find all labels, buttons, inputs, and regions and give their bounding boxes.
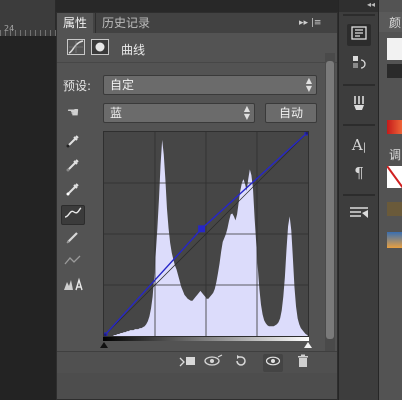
color-panel-title[interactable]: 颜	[389, 14, 401, 31]
visibility-eye-icon[interactable]	[263, 354, 283, 372]
adjustment-header: 曲线	[57, 33, 337, 63]
swatch-brown[interactable]	[387, 202, 402, 216]
auto-button[interactable]: 自动	[265, 103, 317, 123]
black-point-eyedropper-icon[interactable]	[61, 133, 85, 153]
clipping-warning-icon[interactable]	[61, 277, 85, 297]
delete-trash-icon[interactable]	[293, 354, 313, 372]
channel-select[interactable]: 蓝 ▲ ▼	[103, 103, 255, 123]
dock-separator	[343, 84, 375, 86]
curves-adjustment-icon[interactable]	[67, 39, 85, 55]
layer-mask-icon[interactable]	[91, 39, 109, 55]
curves-graph[interactable]	[103, 131, 309, 337]
right-panel: 颜 调	[378, 0, 402, 400]
output-gradient-bar	[103, 337, 309, 341]
curve-point[interactable]	[198, 225, 206, 233]
collapse-arrows-icon[interactable]: ◂◂	[367, 0, 375, 9]
reset-icon[interactable]	[231, 354, 251, 372]
on-image-adjust-hand-icon[interactable]: ☚	[61, 103, 85, 123]
dock-separator	[343, 124, 375, 126]
dock-separator	[343, 194, 375, 196]
channel-value: 蓝	[110, 106, 123, 120]
ruler: 24	[0, 0, 56, 36]
tool-presets-icon[interactable]	[347, 204, 371, 226]
foreground-color-swatch[interactable]	[387, 38, 402, 60]
paragraph-panel-icon[interactable]: ¶	[347, 162, 371, 184]
preset-value: 自定	[110, 78, 135, 92]
edit-points-curve-icon[interactable]	[61, 205, 85, 225]
dock-grip[interactable]: ◂◂	[339, 0, 379, 12]
pencil-draw-icon[interactable]	[61, 229, 85, 249]
updown-arrows-icon: ▲ ▼	[243, 104, 250, 121]
color-ramp[interactable]	[387, 120, 402, 134]
view-previous-state-icon[interactable]	[203, 354, 223, 372]
updown-arrows-icon: ▲ ▼	[305, 76, 312, 93]
panel-menu-button[interactable]: ▸▸ |≡	[293, 13, 337, 33]
curve-point[interactable]	[304, 131, 309, 136]
white-input-slider[interactable]	[304, 342, 312, 348]
white-point-eyedropper-icon[interactable]	[61, 181, 85, 201]
scrollbar-thumb[interactable]	[326, 61, 334, 339]
adjustment-title: 曲线	[121, 43, 146, 57]
properties-panel: 属性 历史记录 ▸▸ |≡ 曲线 预设: 自定 ▲ ▼ ☚ 蓝 ▲ ▼ 自动	[56, 12, 338, 400]
preset-select[interactable]: 自定 ▲ ▼	[103, 75, 317, 95]
no-color-swatch[interactable]	[386, 165, 402, 189]
clip-to-layer-icon[interactable]	[177, 354, 197, 372]
dock-separator	[343, 14, 375, 16]
document-canvas[interactable]	[0, 36, 56, 400]
tab-properties[interactable]: 属性	[57, 13, 94, 33]
tab-history[interactable]: 历史记录	[95, 13, 156, 33]
brush-presets-icon[interactable]	[347, 94, 371, 116]
smooth-curve-icon[interactable]	[61, 253, 85, 273]
panel-lower-area	[57, 373, 337, 399]
history-panel-icon[interactable]	[347, 54, 371, 76]
adjustments-panel-title[interactable]: 调	[389, 146, 401, 163]
gray-point-eyedropper-icon[interactable]	[61, 157, 85, 177]
swatch-gradient[interactable]	[387, 232, 402, 248]
panel-tab-bar: 属性 历史记录 ▸▸ |≡	[57, 13, 337, 33]
panel-dock: ◂◂ A| ¶	[338, 0, 379, 400]
preset-label: 预设:	[63, 79, 92, 93]
panel-footer	[57, 351, 337, 373]
background-color-swatch[interactable]	[387, 64, 402, 78]
properties-panel-icon[interactable]	[347, 24, 371, 46]
character-panel-icon[interactable]: A|	[347, 134, 371, 156]
panel-scrollbar[interactable]	[325, 53, 335, 353]
black-input-slider[interactable]	[100, 342, 108, 348]
